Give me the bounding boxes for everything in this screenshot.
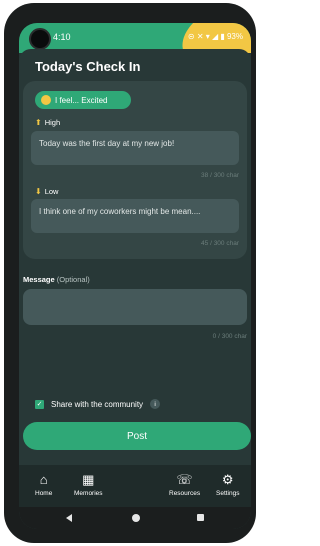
message-char-count: 0 / 300 char bbox=[212, 333, 247, 340]
message-label: Message bbox=[23, 275, 55, 284]
info-icon[interactable]: i bbox=[150, 399, 161, 409]
calendar-icon: ▦ bbox=[82, 472, 95, 487]
page-title: Today's Check In bbox=[35, 59, 141, 74]
camera-icon bbox=[29, 28, 51, 50]
nav-settings-label: Settings bbox=[216, 490, 240, 497]
home-icon: ⌂ bbox=[39, 472, 48, 487]
low-label: Low bbox=[44, 187, 59, 196]
system-nav-bar bbox=[19, 507, 251, 529]
phone-icon: ☏ bbox=[176, 472, 193, 487]
message-label-row: Message (Optional) bbox=[23, 275, 90, 284]
low-label-row: ⬇ Low bbox=[35, 187, 58, 196]
nav-home-label: Home bbox=[35, 490, 53, 497]
recents-icon[interactable] bbox=[197, 514, 204, 521]
nav-memories-label: Memories bbox=[74, 490, 103, 497]
low-char-count: 45 / 300 char bbox=[201, 240, 239, 247]
smiley-icon bbox=[41, 95, 51, 105]
post-button[interactable]: Post bbox=[23, 422, 251, 450]
high-label-row: ⬆ High bbox=[35, 118, 60, 127]
feeling-selector[interactable]: I feel... Excited bbox=[35, 91, 131, 109]
screen: 4:10 ⊝ ✕ ▾ ◢ ▮ 93% Today's Check In I fe… bbox=[19, 23, 251, 529]
up-arrow-icon: ⬆ bbox=[35, 118, 42, 127]
share-label: Share with the community bbox=[51, 399, 144, 409]
phone-frame: 4:10 ⊝ ✕ ▾ ◢ ▮ 93% Today's Check In I fe… bbox=[4, 3, 256, 543]
feeling-label: I feel... Excited bbox=[55, 95, 108, 105]
low-input[interactable]: I think one of my coworkers might be mea… bbox=[31, 199, 239, 233]
home-circle-icon[interactable] bbox=[132, 514, 140, 522]
nav-memories[interactable]: ▦ Memories bbox=[74, 473, 103, 497]
nav-settings[interactable]: ⚙ Settings bbox=[216, 473, 240, 497]
message-input[interactable] bbox=[23, 289, 247, 325]
high-input[interactable]: Today was the first day at my new job! bbox=[31, 131, 239, 165]
high-char-count: 38 / 300 char bbox=[201, 172, 239, 179]
gear-icon: ⚙ bbox=[221, 472, 234, 487]
share-row[interactable]: ✓ Share with the community i bbox=[35, 399, 161, 409]
back-icon[interactable] bbox=[66, 514, 72, 522]
nav-resources[interactable]: ☏ Resources bbox=[169, 473, 200, 497]
feelings-card: I feel... Excited ⬆ High Today was the f… bbox=[23, 81, 247, 259]
bottom-nav: ⌂ Home ▦ Memories ☏ Resources ⚙ Settings bbox=[19, 465, 251, 507]
status-icons: ⊝ ✕ ▾ ◢ ▮ 93% bbox=[187, 32, 243, 41]
high-label: High bbox=[44, 118, 61, 127]
nav-home[interactable]: ⌂ Home bbox=[35, 473, 52, 497]
message-optional: (Optional) bbox=[56, 275, 90, 284]
share-checkbox[interactable]: ✓ bbox=[35, 399, 44, 409]
down-arrow-icon: ⬇ bbox=[35, 187, 42, 196]
status-time: 4:10 bbox=[53, 32, 71, 42]
nav-resources-label: Resources bbox=[169, 490, 201, 497]
